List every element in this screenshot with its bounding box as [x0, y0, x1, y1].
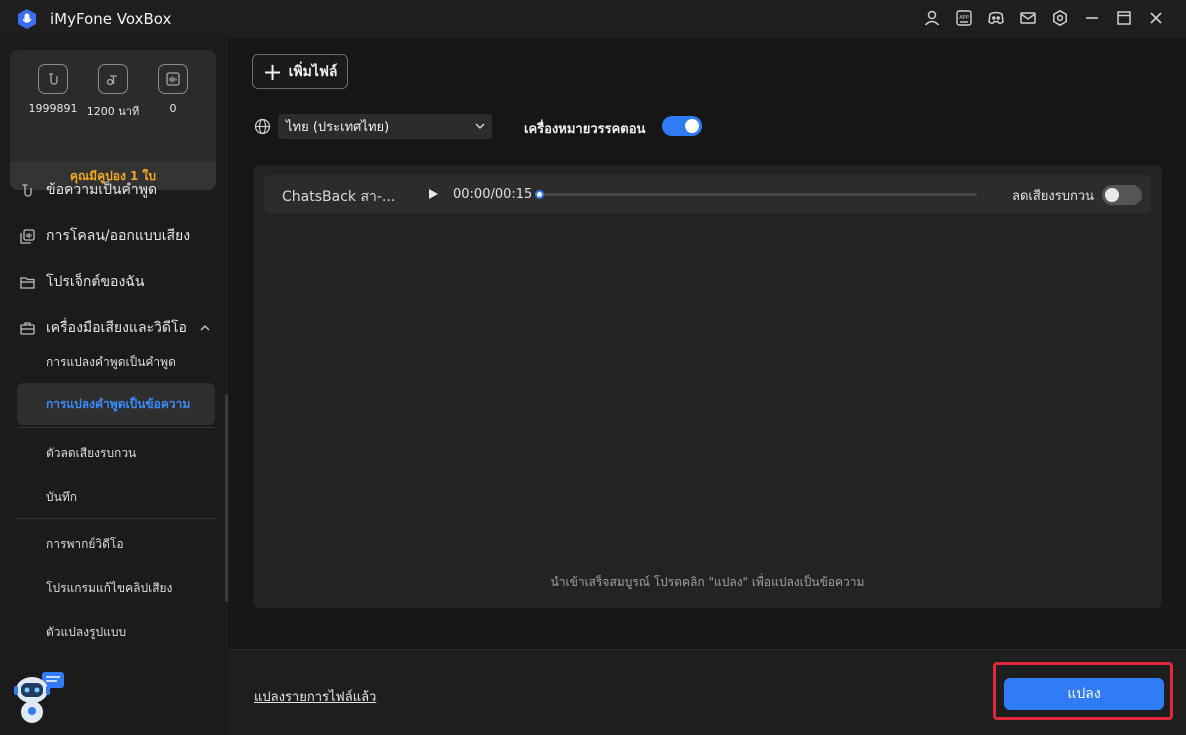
stat-value: 1200 นาที — [86, 105, 140, 118]
nav-audio-video-tools[interactable]: เครื่องมือเสียงและวิดีโอ — [18, 316, 187, 340]
divider — [17, 518, 215, 519]
main-panel: + เพิ่มไฟล์ ไทย (ประเทศไทย) เครื่องหมายว… — [229, 38, 1186, 735]
nav-label: โปรเจ็กต์ของฉัน — [46, 274, 145, 290]
sub-item-speech-to-text[interactable]: การแปลงคำพูดเป็นข้อความ — [17, 383, 215, 425]
sidebar: 1999891 1200 นาที 0 คุณมีคูปอง 1 ใบ ข้อค… — [0, 38, 229, 735]
plus-icon: + — [262, 57, 283, 86]
settings-icon[interactable] — [1050, 8, 1070, 28]
playback-time: 00:00/00:15 — [453, 187, 533, 202]
nav-label: ข้อความเป็นคำพูด — [46, 182, 158, 198]
nav-text-to-speech[interactable]: ข้อความเป็นคำพูด — [18, 178, 157, 202]
app-icon[interactable]: APP — [954, 8, 974, 28]
language-value: ไทย (ประเทศไทย) — [286, 120, 390, 135]
import-complete-hint: นำเข้าเสร็จสมบูรณ์ โปรดคลิก "แปลง" เพื่อ… — [550, 575, 865, 589]
clock-text-icon — [98, 64, 128, 94]
audio-wave-icon — [158, 64, 188, 94]
toggle-knob — [685, 119, 699, 133]
stats-card: 1999891 1200 นาที 0 คุณมีคูปอง 1 ใบ — [10, 50, 216, 190]
sub-item-speech-to-speech[interactable]: การแปลงคำพูดเป็นคำพูด — [46, 353, 176, 372]
voice-clone-icon — [18, 227, 36, 245]
maximize-icon[interactable] — [1114, 8, 1134, 28]
playback-progress-track[interactable] — [535, 190, 977, 199]
playback-progress-handle[interactable] — [535, 190, 544, 199]
add-file-button[interactable]: + เพิ่มไฟล์ — [252, 54, 348, 89]
chevron-up-icon[interactable] — [198, 321, 212, 335]
stat-value: 1999891 — [28, 102, 78, 115]
stat-characters: 1999891 — [23, 64, 83, 115]
nav-label: เครื่องมือเสียงและวิดีโอ — [46, 320, 187, 336]
file-row: ChatsBack สา-... 00:00/00:15 ลดเสียงรบกว… — [264, 175, 1151, 214]
file-list-panel: ChatsBack สา-... 00:00/00:15 ลดเสียงรบกว… — [253, 165, 1162, 608]
language-select[interactable]: ไทย (ประเทศไทย) — [278, 114, 492, 139]
punctuation-label: เครื่องหมายวรรคตอน — [524, 122, 646, 137]
punctuation-toggle[interactable] — [662, 116, 702, 136]
mail-icon[interactable] — [1018, 8, 1038, 28]
noise-reduction-label: ลดเสียงรบกวน — [1012, 189, 1095, 204]
file-name: ChatsBack สา-... — [282, 189, 396, 205]
convert-button[interactable]: แปลง — [1004, 678, 1164, 710]
sub-item-format-converter[interactable]: ตัวแปลงรูปแบบ — [46, 623, 126, 642]
divider — [17, 427, 215, 428]
sub-item-audio-editor[interactable]: โปรแกรมแก้ไขคลิปเสียง — [46, 579, 172, 598]
globe-icon — [254, 118, 271, 135]
sub-item-record[interactable]: บันทึก — [46, 488, 77, 507]
stat-value: 0 — [169, 102, 177, 115]
nav-my-projects[interactable]: โปรเจ็กต์ของฉัน — [18, 270, 144, 294]
nav-voice-clone[interactable]: การโคลน/ออกแบบเสียง — [18, 224, 190, 248]
discord-icon[interactable] — [986, 8, 1006, 28]
chatbot-robot-icon[interactable] — [14, 670, 66, 726]
bottom-bar: แปลงรายการไฟล์แล้ว แปลง — [229, 649, 1186, 735]
app-logo-icon — [18, 9, 36, 29]
title-bar: iMyFone VoxBox APP — [0, 0, 1186, 38]
converted-files-link[interactable]: แปลงรายการไฟล์แล้ว — [254, 686, 376, 707]
chevron-down-icon — [475, 123, 485, 130]
user-icon[interactable] — [922, 8, 942, 28]
text-to-speech-icon — [38, 64, 68, 94]
sub-item-noise-reducer[interactable]: ตัวลดเสียงรบกวน — [46, 444, 136, 463]
toolbox-icon — [18, 319, 36, 337]
stat-minutes: 1200 นาที — [83, 64, 143, 120]
nav-label: การโคลน/ออกแบบเสียง — [46, 228, 191, 244]
stat-audio: 0 — [143, 64, 203, 115]
play-icon[interactable] — [427, 188, 439, 200]
noise-reduction-toggle[interactable] — [1102, 185, 1142, 205]
svg-text:APP: APP — [959, 15, 968, 21]
minimize-icon[interactable] — [1082, 8, 1102, 28]
toggle-knob — [1105, 188, 1119, 202]
close-icon[interactable] — [1146, 8, 1166, 28]
app-title: iMyFone VoxBox — [50, 10, 172, 28]
text-to-speech-icon — [18, 181, 36, 199]
sub-item-video-dubbing[interactable]: การพากย์วิดีโอ — [46, 535, 124, 554]
sidebar-scrollbar[interactable] — [225, 394, 228, 602]
add-file-label: เพิ่มไฟล์ — [288, 63, 338, 80]
folder-icon — [18, 273, 36, 291]
